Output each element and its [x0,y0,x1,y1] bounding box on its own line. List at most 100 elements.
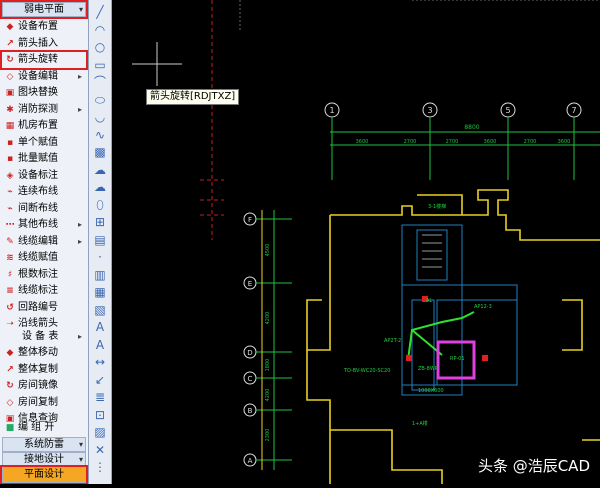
point-tool-icon[interactable]: · [92,249,108,265]
misc-tool-icon[interactable]: ✕ [92,442,108,458]
block-tool-icon[interactable]: ▤ [92,232,108,248]
menu-item[interactable]: ▪ 单个赋值 [2,135,86,151]
menu-item-label: 箭头插入 [18,37,58,49]
crosshair-cursor [132,42,182,86]
menu-item[interactable]: ◇ 房间复制 [2,395,86,411]
menu-item[interactable]: ◆ 整体移动 [2,345,86,361]
menu-item[interactable]: ⌁ 连续布线 [2,184,86,200]
arc3-tool-icon[interactable]: ◡ [92,109,108,125]
menu-item[interactable]: ≋ 线缆赋值 [2,250,86,266]
room-label: ZB-8WP [418,366,438,372]
menu-item-label: 房间镜像 [18,380,58,391]
mtext-tool-icon[interactable]: A [92,337,108,353]
menu-item-label: 批量赋值 [18,153,58,164]
leader-tool-icon[interactable]: ↙ [92,372,108,388]
section-label: 设 备 表 [22,331,59,342]
rectangle-tool-icon[interactable]: ▭ [92,57,108,73]
dim-text: 4200 [265,389,271,402]
menu-item-label: 根数标注 [18,268,58,280]
chevron-down-icon: ▾ [78,455,83,464]
menu-item[interactable]: ✱ 消防探测 ▸ [2,102,86,118]
menu-item[interactable]: ◇ 设备编辑 ▸ [2,69,86,85]
menu-item[interactable]: ♯ 根数标注 [2,267,86,283]
ellipse-tool-icon[interactable]: ⬭ [92,92,108,108]
text-tool-icon[interactable]: A [92,319,108,335]
chevron-right-icon: ▸ [77,71,82,81]
menu-section-device-table[interactable]: 设 备 表 ▸ [2,329,86,345]
room-label: 1000X600 [418,388,444,394]
menu-item[interactable]: ▪ 批量赋值 [2,151,86,167]
region-tool-icon[interactable]: ▧ [92,302,108,318]
menu-item[interactable]: ▦ 机房布置 [2,118,86,134]
single-assign-icon: ▪ [6,137,14,148]
insert-tool-icon[interactable]: ⊞ [92,214,108,230]
ellipse2-tool-icon[interactable]: ⬯ [92,197,108,213]
cable-assign-icon: ≋ [6,253,14,263]
room-label: AL [426,298,432,304]
menu-item-label: 整体复制 [18,363,58,375]
menu-header-grounding[interactable]: 接地设计 ▾ [2,452,86,467]
chevron-down-icon: ▾ [78,440,83,449]
dim-tool-icon[interactable]: ↔ [92,354,108,370]
chevron-down-icon: ▾ [78,5,83,14]
attr-tool-icon[interactable]: ≣ [92,389,108,405]
menu-item[interactable]: ◆ 设备布置 [2,19,86,35]
menu-item[interactable]: ↗ 整体复制 [2,362,86,378]
dim-text: 2700 [404,139,417,145]
chevron-right-icon: ▸ [77,104,82,114]
menu-header-label: 弱电平面 [24,4,64,15]
spline-tool-icon[interactable]: ∿ [92,127,108,143]
hatch-tool-icon[interactable]: ▩ [92,144,108,160]
arc-tool-icon[interactable]: ◠ [92,22,108,38]
dim-text: 2700 [524,139,537,145]
axis-label: B [248,407,253,415]
menu-item[interactable]: ↺ 回路编号 [2,300,86,316]
menu-item[interactable]: ⋯ 其他布线 ▸ [2,217,86,233]
dim-text: 4500 [265,244,271,257]
menu-header-weak-current[interactable]: 弱电平面 ▾ [0,0,88,19]
menu-item-label: 机房布置 [18,120,58,131]
cable-mark-icon: ≡ [6,286,14,296]
polyline-tool-icon[interactable]: ⌒ [92,74,108,90]
arrow-insert-icon: ↗ [6,38,14,49]
axis-label: D [247,349,252,357]
along-arrow-icon: ➝ [6,319,14,329]
group-icon: ■ [5,423,15,433]
menu-section-group[interactable]: ■ 编 组 开 [2,420,86,436]
wipeout-tool-icon[interactable]: ▨ [92,424,108,440]
menu-item[interactable]: ⌁ 间断布线 [2,201,86,217]
field-tool-icon[interactable]: ⊡ [92,407,108,423]
dim-text: 2700 [446,139,459,145]
move-all-icon: ◆ [6,348,14,358]
menu-header-lightning[interactable]: 系统防雷 ▾ [2,437,86,452]
loop-number-icon: ↺ [6,302,14,313]
menu-item[interactable]: ▣ 图块替换 [2,85,86,101]
axis-label: 1 [329,106,334,115]
chevron-right-icon: ▸ [77,332,82,341]
menu-item[interactable]: ◈ 设备标注 [2,168,86,184]
menu-item[interactable]: ↻ 箭头旋转 [0,50,88,70]
more-tool-icon[interactable]: ⋮ [92,459,108,475]
menu-item[interactable]: ↻ 房间镜像 [2,378,86,394]
menu-item[interactable]: ↗ 箭头插入 [2,36,86,52]
room-label: 1+A楼 [412,420,428,427]
room-label: TO-BV-WC20-SC20 [343,368,390,374]
menu-item[interactable]: ≡ 线缆标注 [2,283,86,299]
block-replace-icon: ▣ [5,88,15,98]
menu-item-label: 消防探测 [18,103,58,115]
menu-header-plan-design[interactable]: 平面设计 [0,465,88,484]
menu-item-label: 其他布线 [18,219,58,230]
cad-canvas[interactable]: 1 3 5 7 8800 3600 2700 2700 3600 2700 3600 F E D C B… [112,0,600,484]
room-mirror-icon: ↻ [6,381,14,391]
wall-outline [306,189,600,484]
line-tool-icon[interactable]: ╱ [92,4,108,20]
menu-item[interactable]: ✎ 线缆编辑 ▸ [2,234,86,250]
top-dim-texts: 3600 2700 2700 3600 2700 3600 [356,139,571,145]
table-tool-icon[interactable]: ▦ [92,284,108,300]
menu-item-label: 整体移动 [18,347,58,358]
cloud-tool-icon[interactable]: ☁ [92,162,108,178]
revcloud-tool-icon[interactable]: ☁ [92,179,108,195]
room-copy-icon: ◇ [6,397,14,408]
circle-tool-icon[interactable]: ○ [92,39,108,55]
gradient-tool-icon[interactable]: ▥ [92,267,108,283]
